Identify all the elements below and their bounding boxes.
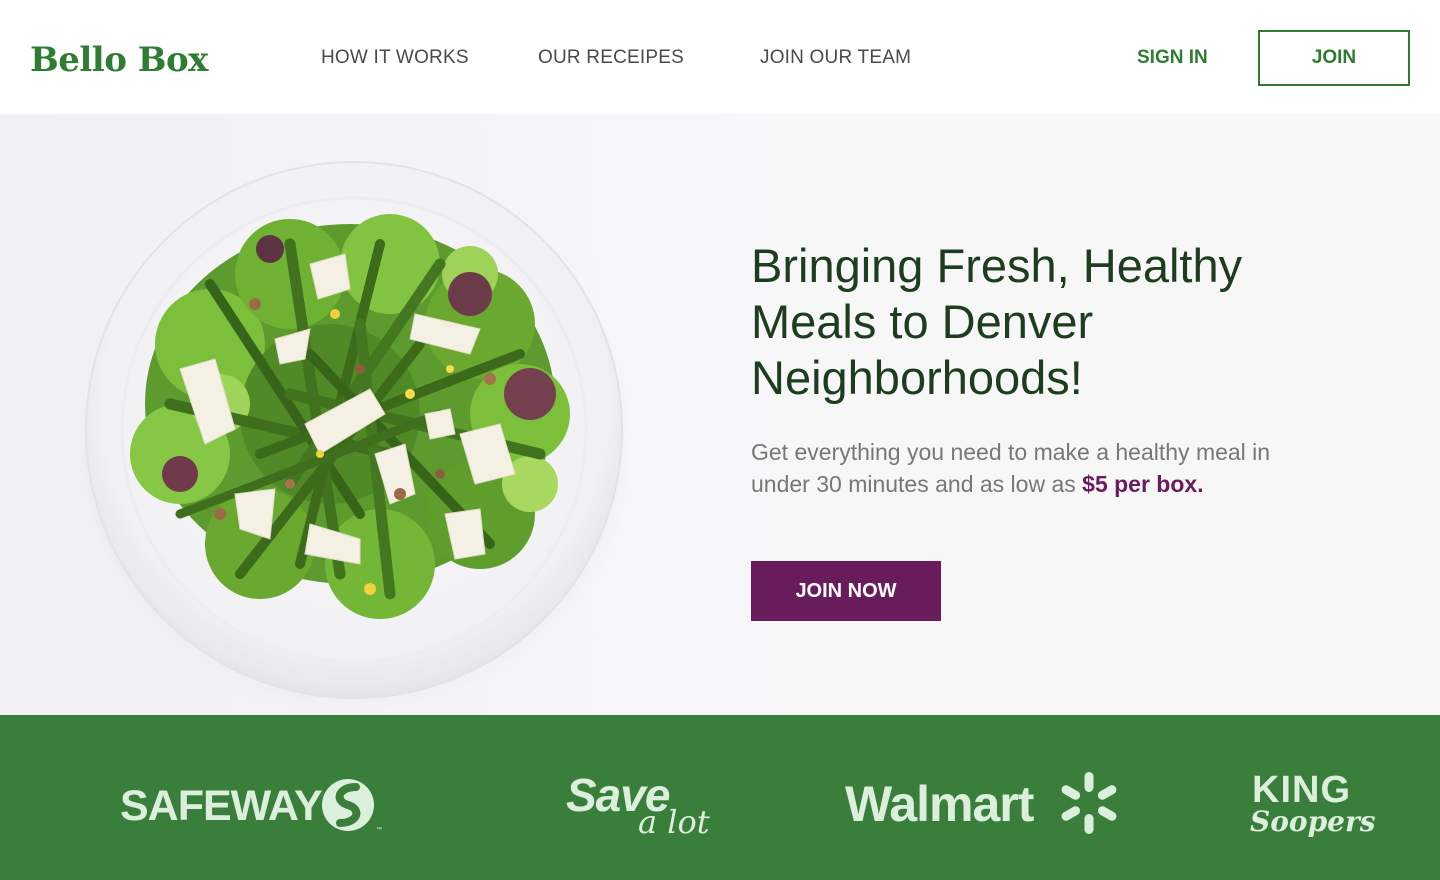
hero-title-line-1: Bringing Fresh, Healthy [751,239,1243,292]
nav-how-it-works[interactable]: HOW IT WORKS [321,46,469,70]
hero-price-highlight: $5 per box. [1082,471,1204,497]
king-soopers-logo: KING Soopers [1250,770,1380,845]
hero-title-line-2: Meals to Denver [751,295,1094,348]
hero-title-line-3: Neighborhoods! [751,351,1083,404]
join-now-button[interactable]: JOIN NOW [751,561,941,621]
walmart-logo: Walmart [845,770,1125,840]
nav-our-recipes[interactable]: OUR RECEIPES [538,46,684,70]
safeway-logo: SAFEWAY ™ [120,777,390,837]
king-soopers-logo-main: KING [1252,769,1351,811]
king-soopers-logo-sub: Soopers [1250,805,1376,838]
svg-text:™: ™ [376,826,382,833]
hero-section: Bringing Fresh, Healthy Meals to Denver … [0,114,1440,715]
walmart-logo-text: Walmart [845,776,1034,832]
salad-plate-image [60,154,660,715]
partner-logos-strip: SAFEWAY ™ Save a lot Walmart KING Sooper… [0,715,1440,880]
sign-in-link[interactable]: SIGN IN [1137,46,1208,70]
walmart-spark-icon [1061,772,1117,834]
nav-join-our-team[interactable]: JOIN OUR TEAM [760,46,911,70]
hero-title: Bringing Fresh, Healthy Meals to Denver … [751,238,1311,406]
hero-subtitle: Get everything you need to make a health… [751,436,1331,500]
safeway-logo-text: SAFEWAY [120,782,323,830]
salad-plate-illustration [65,161,635,715]
brand-logo[interactable]: Bello Box [30,38,208,82]
join-button[interactable]: JOIN [1258,30,1410,86]
save-a-lot-logo: Save a lot [566,770,726,850]
save-a-lot-logo-sub: a lot [638,803,710,841]
site-header: Bello Box HOW IT WORKS OUR RECEIPES JOIN… [0,0,1440,114]
safeway-s-icon: ™ [322,779,382,833]
